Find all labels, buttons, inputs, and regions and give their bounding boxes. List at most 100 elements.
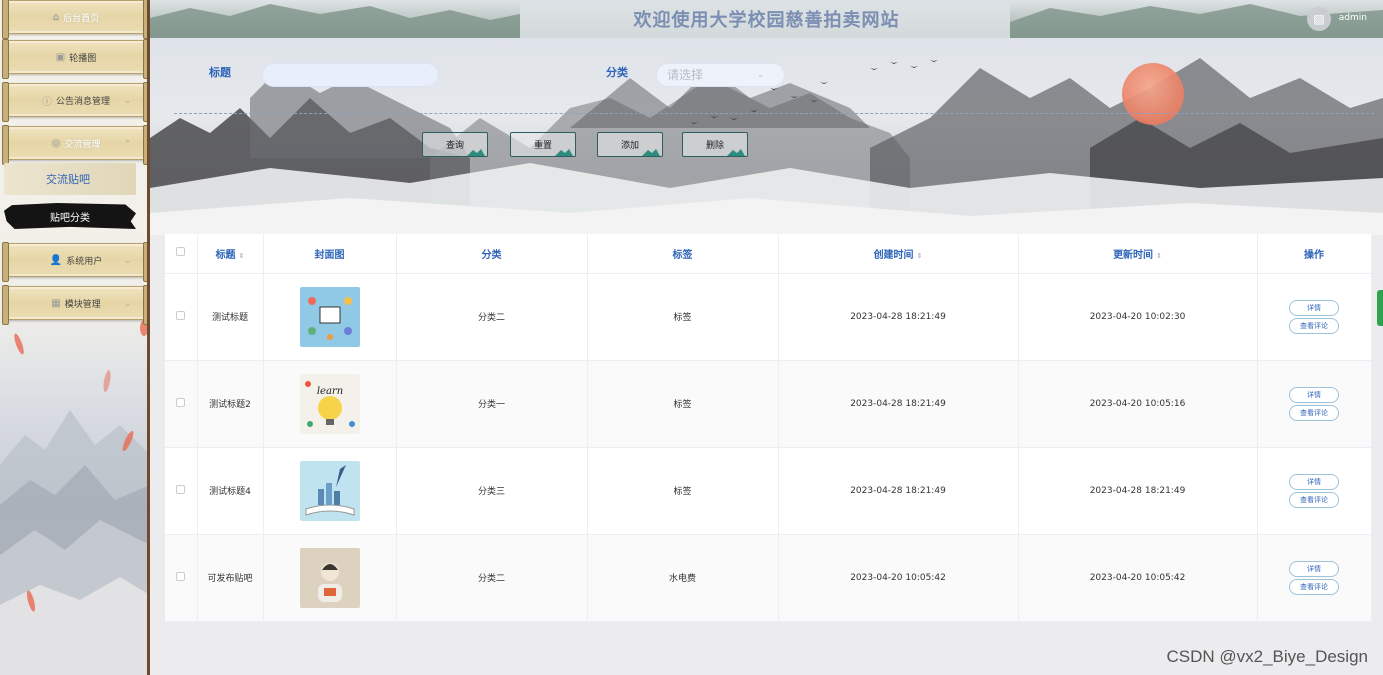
user-name[interactable]: admin: [1339, 13, 1367, 23]
chevron-down-icon: ⌄: [124, 95, 131, 105]
table-row: 测试标题 分类二 标签 2023-04-28 18:21:49 2023-04-…: [165, 273, 1372, 361]
cell-tag: 标签: [587, 273, 779, 361]
sidebar-subitem-forum-category[interactable]: 贴吧分类: [4, 203, 136, 229]
sidebar-item-label: 系统用户: [66, 256, 103, 267]
table-row: 测试标题4 分类三 标签 2023-04-28 18:21:49 2023-04…: [165, 447, 1372, 535]
detail-button[interactable]: 详情: [1289, 560, 1339, 577]
chevron-down-icon: ⌄: [757, 70, 764, 79]
cell-title: 测试标题: [197, 273, 264, 361]
cell-created: 2023-04-28 18:21:49: [778, 273, 1019, 361]
select-all-checkbox[interactable]: [176, 247, 186, 257]
sidebar-item-exchange[interactable]: ◎ 交流管理 ⌃: [2, 125, 147, 165]
sort-icon[interactable]: ⇕: [1156, 252, 1162, 260]
row-checkbox[interactable]: [176, 571, 186, 581]
cell-tag: 标签: [587, 360, 779, 448]
cell-updated: 2023-04-20 10:05:16: [1018, 360, 1258, 448]
column-header-label: 创建时间: [873, 249, 914, 261]
image-icon: ▨: [1313, 12, 1325, 26]
data-table: 标题 ⇕ 封面图 分类 标签 创建时间 ⇕ 更新时间 ⇕ 操作 测试标题 分类二 标签…: [165, 234, 1372, 622]
chevron-down-icon: ⌄: [124, 298, 131, 308]
table-row: 测试标题2 learn 分类一 标签 2023-04-28 18:21:49 2…: [165, 360, 1372, 448]
category-filter-label: 分类: [606, 66, 628, 79]
sidebar-item-label: 后台首页: [63, 13, 100, 24]
view-comments-button[interactable]: 查看评论: [1289, 404, 1339, 421]
sidebar-item-label: 公告消息管理: [55, 96, 110, 107]
sidebar: ⌂ 后台首页 ▣ 轮播图 ⓘ 公告消息管理 ⌄ ◎ 交流管理 ⌃ 交流贴吧 贴吧…: [0, 0, 150, 675]
chevron-down-icon: ⌄: [124, 255, 131, 265]
query-button-label: 查询: [445, 141, 464, 151]
view-comments-button[interactable]: 查看评论: [1289, 491, 1339, 508]
sidebar-item-notices[interactable]: ⓘ 公告消息管理 ⌄: [2, 82, 147, 122]
cover-image[interactable]: [299, 286, 360, 347]
title-search-input[interactable]: [262, 63, 439, 87]
cell-updated: 2023-04-28 18:21:49: [1018, 447, 1258, 535]
row-checkbox[interactable]: [176, 310, 186, 320]
cell-title: 测试标题2: [197, 360, 264, 448]
page-title: 欢迎使用大学校园慈善拍卖网站: [633, 10, 900, 31]
column-header-category: 分类: [396, 234, 588, 274]
column-header-updated[interactable]: 更新时间 ⇕: [1018, 234, 1258, 274]
column-header-label: 分类: [481, 249, 502, 261]
sidebar-item-users[interactable]: 👤 系统用户 ⌄: [2, 242, 147, 282]
chat-icon: ◎: [51, 137, 61, 149]
delete-button-label: 删除: [705, 141, 724, 151]
home-icon: ⌂: [52, 11, 60, 23]
sidebar-subitem-forum[interactable]: 交流贴吧: [4, 163, 136, 195]
detail-button[interactable]: 详情: [1289, 386, 1339, 403]
column-header-label: 更新时间: [1113, 249, 1154, 261]
detail-button[interactable]: 详情: [1289, 473, 1339, 490]
category-select-placeholder: 请选择: [667, 68, 704, 82]
cell-created: 2023-04-20 10:05:42: [778, 534, 1019, 622]
divider: [174, 113, 1374, 114]
query-button[interactable]: 查询: [422, 132, 488, 157]
row-checkbox[interactable]: [176, 484, 186, 494]
table-row: 可发布贴吧 分类二 水电费 2023-04-20 10:05:42 2023-0…: [165, 534, 1372, 622]
sort-icon[interactable]: ⇕: [917, 252, 923, 260]
info-icon: ⓘ: [41, 96, 52, 108]
sidebar-item-carousel[interactable]: ▣ 轮播图: [2, 39, 147, 79]
detail-button[interactable]: 详情: [1289, 299, 1339, 316]
title-filter-label: 标题: [209, 66, 231, 79]
cover-image[interactable]: learn: [299, 373, 360, 434]
cover-image[interactable]: [299, 460, 360, 521]
category-select[interactable]: 请选择 ⌄: [656, 63, 785, 87]
cell-created: 2023-04-28 18:21:49: [778, 360, 1019, 448]
column-header-label: 标题: [215, 249, 236, 261]
watermark: CSDN @vx2_Biye_Design: [1166, 647, 1368, 666]
user-icon: 👤: [49, 254, 63, 266]
column-header-created[interactable]: 创建时间 ⇕: [778, 234, 1019, 274]
column-header-label: 封面图: [314, 249, 345, 261]
sidebar-item-label: 模块管理: [64, 299, 101, 310]
sidebar-landscape: [0, 410, 147, 675]
search-panel: 标题 分类 请选择 ⌄ 查询 重置 添加 删除: [150, 38, 1383, 235]
cell-category: 分类二: [396, 273, 588, 361]
table-header-row: 标题 ⇕ 封面图 分类 标签 创建时间 ⇕ 更新时间 ⇕ 操作: [165, 234, 1372, 274]
row-checkbox[interactable]: [176, 397, 186, 407]
cover-image[interactable]: [299, 547, 360, 608]
svg-text:learn: learn: [316, 386, 342, 397]
grid-icon: ▦: [51, 297, 61, 309]
cell-tag: 标签: [587, 447, 779, 535]
delete-button[interactable]: 删除: [682, 132, 748, 157]
hill-icon: [727, 149, 745, 156]
scrollbar-handle[interactable]: [1377, 290, 1383, 326]
sidebar-item-label: 轮播图: [69, 53, 97, 64]
cell-category: 分类三: [396, 447, 588, 535]
sidebar-item-home[interactable]: ⌂ 后台首页: [2, 0, 147, 39]
cell-category: 分类一: [396, 360, 588, 448]
cell-updated: 2023-04-20 10:05:42: [1018, 534, 1258, 622]
column-header-title[interactable]: 标题 ⇕: [197, 234, 264, 274]
add-button[interactable]: 添加: [597, 132, 663, 157]
view-comments-button[interactable]: 查看评论: [1289, 578, 1339, 595]
sun-decoration: [1122, 63, 1184, 125]
sidebar-item-modules[interactable]: ▦ 模块管理 ⌄: [2, 285, 147, 325]
reset-button[interactable]: 重置: [510, 132, 576, 157]
reset-button-label: 重置: [533, 141, 552, 151]
column-header-cover: 封面图: [263, 234, 397, 274]
hill-icon: [467, 149, 485, 156]
chevron-up-icon: ⌃: [124, 138, 131, 148]
view-comments-button[interactable]: 查看评论: [1289, 317, 1339, 334]
avatar[interactable]: ▨: [1307, 7, 1331, 31]
sort-icon[interactable]: ⇕: [239, 252, 245, 260]
cell-title: 测试标题4: [197, 447, 264, 535]
